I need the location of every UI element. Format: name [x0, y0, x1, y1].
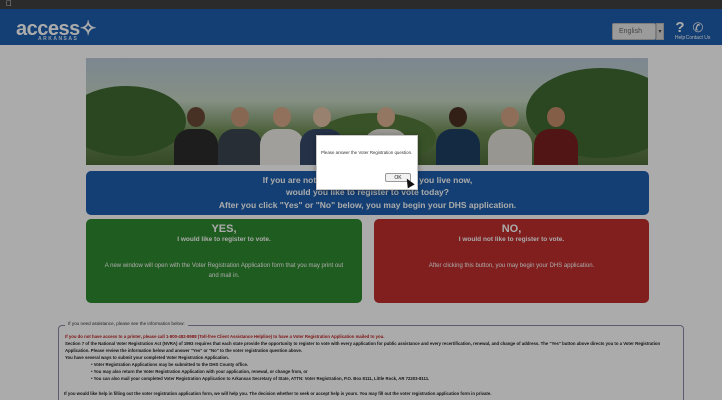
- modal-overlay: [0, 9, 722, 400]
- apple-icon[interactable]: : [6, 0, 12, 8]
- dialog-message: Please answer the Voter Registration que…: [321, 150, 413, 155]
- os-menu-bar: : [0, 0, 722, 9]
